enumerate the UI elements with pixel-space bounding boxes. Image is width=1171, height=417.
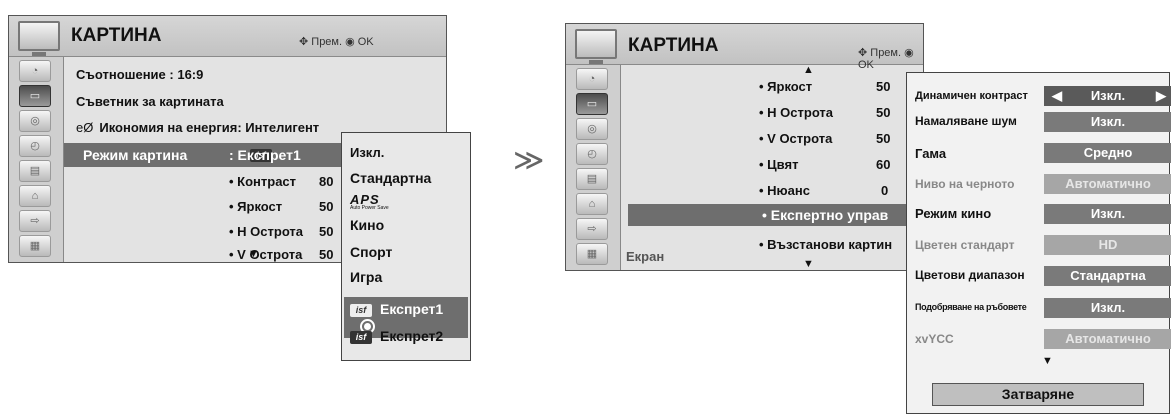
xvycc-value[interactable]: Автоматично: [1044, 329, 1171, 349]
color-gamut-label: Цветови диапазон: [915, 268, 1025, 282]
color-standard-value: HD: [1044, 235, 1171, 255]
color-standard-label: Цветен стандарт: [915, 238, 1015, 252]
xvycc-label: xvYCC: [915, 332, 954, 346]
right-icon-column: ◔ ▭ ◎ ◴ ▤ ⌂ ⇨ ▦: [566, 65, 621, 270]
aspect-ratio-row[interactable]: Съотношение : 16:9: [76, 67, 203, 82]
audio-icon[interactable]: ◎: [576, 118, 608, 140]
film-mode-value[interactable]: Изкл.: [1044, 204, 1171, 224]
mode-option-standard[interactable]: Стандартна: [350, 170, 431, 186]
navigation-icon: ✥: [299, 36, 312, 48]
right-picture-menu: КАРТИНА ✥ Прем. ◉ OK ◔ ▭ ◎ ◴ ▤ ⌂ ⇨ ▦ ▲ •…: [565, 23, 924, 271]
time-icon[interactable]: ◴: [576, 143, 608, 165]
color-gamut-value[interactable]: Стандартна: [1044, 266, 1171, 286]
arrow-right-icon[interactable]: ▶: [1156, 86, 1166, 106]
energy-saving-row[interactable]: eØ Икономия на енергия: Интелигент: [76, 120, 319, 135]
expert-control-row[interactable]: • Експертно управ: [628, 204, 922, 226]
lock-icon[interactable]: ⌂: [19, 185, 51, 207]
mode-option-sport[interactable]: Спорт: [350, 244, 392, 260]
aps-subtext: Auto Power Save: [350, 205, 389, 211]
option-icon[interactable]: ▤: [19, 160, 51, 182]
dynamic-contrast-value[interactable]: ◀ Изкл. ▶: [1044, 86, 1171, 106]
h-sharpness-row[interactable]: • Н Острота 50: [229, 224, 333, 239]
picture-wizard-row[interactable]: Съветник за картината: [76, 94, 224, 109]
brightness-row[interactable]: • Яркост 50: [229, 199, 333, 214]
left-menu-title: КАРТИНА: [71, 25, 162, 46]
scroll-down-arrow[interactable]: ▼: [1042, 355, 1053, 367]
usb-icon[interactable]: ▦: [576, 243, 608, 265]
v-sharpness-row[interactable]: • V Острота 50: [229, 247, 333, 262]
contrast-row[interactable]: • Контраст 80: [229, 174, 333, 189]
dynamic-contrast-label: Динамичен контраст: [915, 90, 1028, 102]
tv-icon: [575, 29, 617, 64]
audio-icon[interactable]: ◎: [19, 110, 51, 132]
mode-option-game[interactable]: Игра: [350, 269, 382, 285]
left-title-bar: КАРТИНА ✥ Прем. ◉ OK: [9, 16, 446, 57]
film-mode-label: Режим кино: [915, 206, 992, 221]
close-button[interactable]: Затваряне: [932, 383, 1144, 406]
gamma-label: Гама: [915, 146, 947, 161]
noise-reduction-label: Намаляване шум: [915, 114, 1017, 128]
expert-control-panel: Динамичен контраст ◀ Изкл. ▶ Намаляване шу…: [906, 72, 1171, 414]
noise-reduction-value[interactable]: Изкл.: [1044, 112, 1171, 132]
isf-icon: isf: [350, 330, 372, 344]
picture-mode-label: Режим картина: [83, 147, 188, 163]
satellite-icon[interactable]: ◔: [576, 68, 608, 90]
eco-icon: eØ: [76, 120, 94, 135]
left-menu-hint: ✥ Прем. ◉ OK: [299, 36, 374, 48]
tv-icon: [18, 21, 60, 56]
transition-arrow-icon: ≫: [513, 144, 545, 177]
black-level-value: Автоматично: [1044, 174, 1171, 194]
picture-icon[interactable]: ▭: [576, 93, 608, 115]
scroll-down-arrow[interactable]: ▼: [248, 248, 259, 260]
input-icon[interactable]: ⇨: [576, 218, 608, 240]
input-icon[interactable]: ⇨: [19, 210, 51, 232]
black-level-label: Ниво на черното: [915, 177, 1015, 191]
mode-option-off[interactable]: Изкл.: [350, 145, 384, 160]
right-menu-title: КАРТИНА: [628, 35, 719, 56]
arrow-left-icon[interactable]: ◀: [1052, 86, 1062, 106]
isf-icon: isf: [350, 303, 372, 317]
option-icon[interactable]: ▤: [576, 168, 608, 190]
left-icon-column: ◔ ▭ ◎ ◴ ▤ ⌂ ⇨ ▦: [9, 57, 64, 262]
right-menu-hint: ✥ Прем. ◉ OK: [858, 47, 914, 71]
h-sharpness-row[interactable]: • Н Острота 50: [759, 105, 890, 120]
edge-enhancer-value[interactable]: Изкл.: [1044, 298, 1171, 318]
picture-mode-value: : Експрет1: [229, 147, 301, 163]
right-title-bar: КАРТИНА ✥ Прем. ◉ OK: [566, 24, 923, 71]
brightness-row[interactable]: • Яркост 50: [759, 79, 890, 94]
aps-logo-icon: APS: [350, 192, 380, 207]
edge-enhancer-label: Подобряване на ръбовете: [915, 302, 1027, 312]
picture-mode-row[interactable]: Режим картина isf : Експрет1: [64, 143, 354, 167]
tint-row[interactable]: • Нюанс 0: [759, 183, 888, 198]
color-row[interactable]: • Цвят 60: [759, 157, 890, 172]
time-icon[interactable]: ◴: [19, 135, 51, 157]
picture-icon[interactable]: ▭: [19, 85, 51, 107]
screen-row[interactable]: Екран: [626, 249, 664, 264]
mode-option-cinema[interactable]: Кино: [350, 217, 384, 233]
scroll-down-arrow[interactable]: ▼: [803, 258, 814, 270]
lock-icon[interactable]: ⌂: [576, 193, 608, 215]
picture-mode-dropdown: Изкл. Стандартна APS Auto Power Save Кин…: [341, 132, 471, 361]
v-sharpness-row[interactable]: • V Острота 50: [759, 131, 890, 146]
mode-option-expert2[interactable]: isf Експрет2: [350, 328, 443, 344]
mode-option-aps[interactable]: APS Auto Power Save: [350, 192, 389, 211]
navigation-icon: ✥: [858, 47, 871, 59]
usb-icon[interactable]: ▦: [19, 235, 51, 257]
satellite-icon[interactable]: ◔: [19, 60, 51, 82]
gamma-value[interactable]: Средно: [1044, 143, 1171, 163]
scroll-up-arrow[interactable]: ▲: [803, 64, 814, 76]
picture-reset-row[interactable]: • Възстанови картин: [759, 237, 892, 252]
